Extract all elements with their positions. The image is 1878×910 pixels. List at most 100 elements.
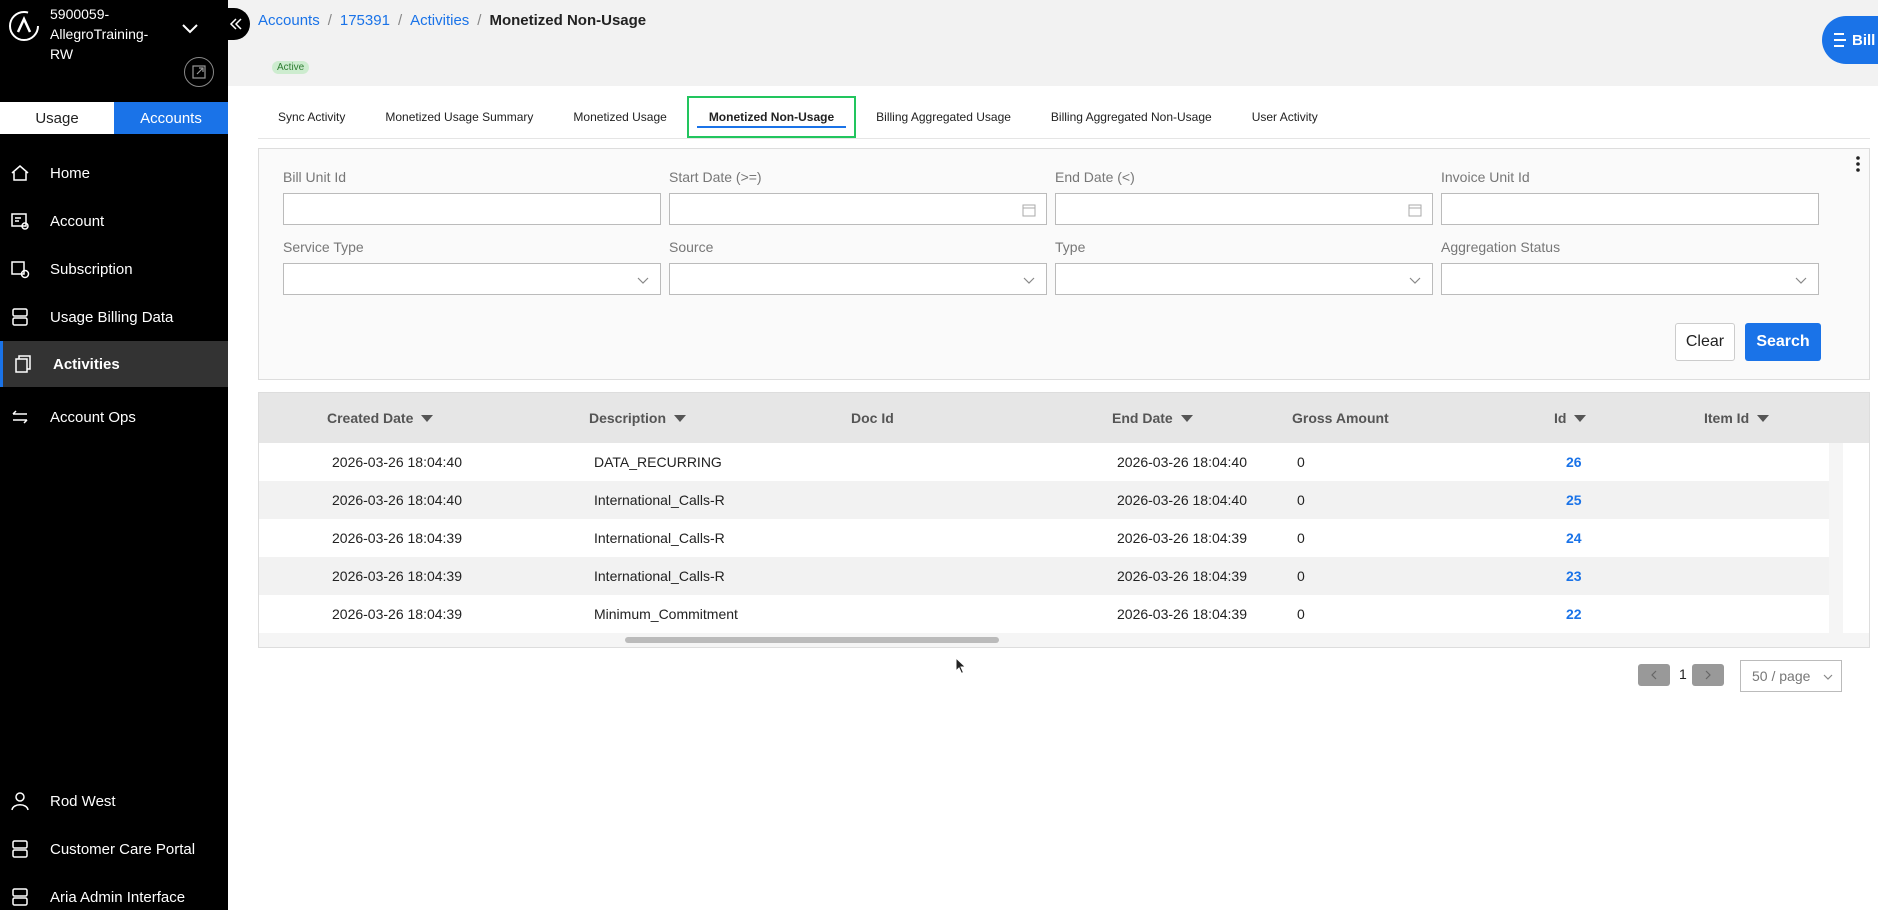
more-vertical-icon[interactable] — [1855, 155, 1861, 173]
cell-id-link[interactable]: 22 — [1566, 595, 1582, 633]
cell-description: International_Calls-R — [594, 568, 725, 584]
breadcrumb-account-id[interactable]: 175391 — [340, 12, 390, 29]
bill-unit-id-input[interactable] — [283, 193, 661, 225]
cell-id-link[interactable]: 24 — [1566, 519, 1582, 557]
account-card-icon — [11, 213, 29, 230]
vertical-scrollbar[interactable] — [1829, 443, 1843, 633]
cell-created-date: 2026-03-26 18:04:40 — [332, 454, 462, 470]
nav-item-label: Subscription — [50, 260, 133, 278]
aria-logo-icon — [9, 11, 39, 41]
chevron-down-icon — [1409, 277, 1421, 284]
sort-desc-icon[interactable] — [1180, 414, 1193, 422]
table-row[interactable]: 2026-03-26 18:04:39 International_Calls-… — [259, 557, 1829, 595]
server-stack-icon — [12, 888, 28, 906]
cell-id-link[interactable]: 26 — [1566, 443, 1582, 481]
nav-item-subscription[interactable]: Subscription — [0, 246, 228, 292]
breadcrumb-activities[interactable]: Activities — [410, 12, 469, 29]
aggregation-status-select[interactable] — [1441, 263, 1819, 295]
filter-panel: Bill Unit Id Start Date (>=) End Date (<… — [258, 148, 1870, 380]
nav-item-user-profile[interactable]: Rod West — [0, 778, 228, 824]
source-label: Source — [669, 239, 714, 255]
horizontal-scrollbar[interactable] — [259, 633, 1869, 647]
invoice-unit-id-input[interactable] — [1441, 193, 1819, 225]
chevron-down-icon — [1795, 277, 1807, 284]
column-gross-amount[interactable]: Gross Amount — [1292, 393, 1389, 443]
sort-desc-icon[interactable] — [1757, 414, 1770, 422]
cell-gross-amount: 0 — [1297, 454, 1305, 470]
table-row[interactable]: 2026-03-26 18:04:39 International_Calls-… — [259, 519, 1829, 557]
nav-item-customer-care-portal[interactable]: Customer Care Portal — [0, 826, 228, 872]
cell-created-date: 2026-03-26 18:04:40 — [332, 492, 462, 508]
tab-monetized-usage-summary[interactable]: Monetized Usage Summary — [365, 96, 553, 138]
tenant-name[interactable]: 5900059-AllegroTraining-RW — [50, 4, 170, 64]
type-label: Type — [1055, 239, 1086, 255]
tab-user-activity[interactable]: User Activity — [1232, 96, 1338, 138]
table-row[interactable]: 2026-03-26 18:04:39 Minimum_Commitment 2… — [259, 595, 1829, 633]
subscription-icon — [11, 261, 30, 279]
tab-monetized-usage[interactable]: Monetized Usage — [553, 96, 686, 138]
table-row[interactable]: 2026-03-26 18:04:40 DATA_RECURRING 2026-… — [259, 443, 1829, 481]
chevron-down-icon[interactable] — [180, 18, 200, 38]
nav-item-label: Home — [50, 164, 91, 182]
cell-end-date: 2026-03-26 18:04:40 — [1117, 492, 1247, 508]
nav-item-usage-billing-data[interactable]: Usage Billing Data — [0, 294, 228, 340]
tab-billing-aggregated-usage[interactable]: Billing Aggregated Usage — [856, 96, 1031, 138]
tab-billing-aggregated-non-usage[interactable]: Billing Aggregated Non-Usage — [1031, 96, 1232, 138]
nav-item-label: Usage Billing Data — [50, 308, 174, 326]
breadcrumb-separator: / — [327, 12, 332, 29]
tab-sync-activity[interactable]: Sync Activity — [258, 96, 365, 138]
server-stack-icon — [12, 308, 28, 326]
menu-lines-icon — [1834, 33, 1846, 47]
bill-avatar-button[interactable]: Bill — [1822, 16, 1878, 64]
accounts-switch-button[interactable]: Accounts — [114, 102, 228, 134]
source-select[interactable] — [669, 263, 1047, 295]
pagination: 1 50 / page — [228, 660, 1878, 692]
next-page-button[interactable] — [1692, 664, 1724, 686]
start-date-input[interactable] — [669, 193, 1047, 225]
usage-switch-button[interactable]: Usage — [0, 102, 114, 134]
table-row[interactable]: 2026-03-26 18:04:40 International_Calls-… — [259, 481, 1829, 519]
nav-item-account-ops[interactable]: Account Ops — [0, 394, 228, 440]
end-date-input[interactable] — [1055, 193, 1433, 225]
cell-created-date: 2026-03-26 18:04:39 — [332, 530, 462, 546]
breadcrumb-accounts[interactable]: Accounts — [258, 12, 320, 29]
current-page[interactable]: 1 — [1679, 666, 1687, 682]
collapse-sidebar-button[interactable] — [222, 8, 250, 40]
open-external-button[interactable] — [184, 57, 214, 87]
sort-desc-icon[interactable] — [421, 414, 434, 422]
column-created-date[interactable]: Created Date — [327, 393, 434, 443]
type-select[interactable] — [1055, 263, 1433, 295]
column-label: Item Id — [1704, 410, 1750, 426]
nav-item-account[interactable]: Account — [0, 198, 228, 244]
avatar-text: Bill — [1852, 31, 1876, 49]
cell-end-date: 2026-03-26 18:04:39 — [1117, 530, 1247, 546]
cell-gross-amount: 0 — [1297, 606, 1305, 622]
nav-item-home[interactable]: Home — [0, 150, 228, 196]
column-doc-id[interactable]: Doc Id — [851, 393, 894, 443]
column-end-date[interactable]: End Date — [1112, 393, 1193, 443]
page-size-select[interactable]: 50 / page — [1740, 660, 1842, 692]
cell-id-link[interactable]: 25 — [1566, 481, 1582, 519]
sidebar: 5900059-AllegroTraining-RW Usage Account… — [0, 0, 228, 910]
cell-id-link[interactable]: 23 — [1566, 557, 1582, 595]
service-type-select[interactable] — [283, 263, 661, 295]
horizontal-scrollbar-thumb[interactable] — [625, 637, 999, 643]
sort-desc-icon[interactable] — [674, 414, 687, 422]
column-label: Description — [589, 410, 667, 426]
main-panel: Sync Activity Monetized Usage Summary Mo… — [228, 86, 1878, 910]
cell-end-date: 2026-03-26 18:04:40 — [1117, 454, 1247, 470]
sort-desc-icon[interactable] — [1574, 414, 1587, 422]
column-description[interactable]: Description — [589, 393, 687, 443]
column-id[interactable]: Id — [1554, 393, 1587, 443]
nav-item-activities[interactable]: Activities — [0, 341, 228, 387]
prev-page-button[interactable] — [1638, 664, 1670, 686]
table-header: Created Date Description Doc Id End Date… — [259, 393, 1869, 443]
column-item-id[interactable]: Item Id — [1704, 393, 1770, 443]
cell-end-date: 2026-03-26 18:04:39 — [1117, 606, 1247, 622]
double-chevron-left-icon — [229, 18, 242, 30]
usage-accounts-switch: Usage Accounts — [0, 102, 228, 134]
nav-item-aria-admin-interface[interactable]: Aria Admin Interface — [0, 874, 228, 910]
clear-button[interactable]: Clear — [1675, 323, 1735, 361]
tab-monetized-non-usage[interactable]: Monetized Non-Usage — [686, 96, 857, 138]
search-button[interactable]: Search — [1745, 323, 1821, 361]
